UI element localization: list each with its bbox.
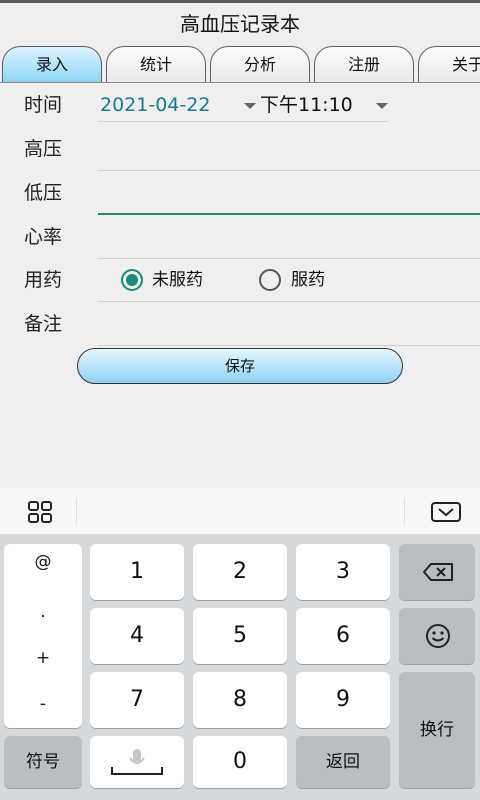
symbol-column: @ . + - xyxy=(4,544,82,728)
systolic-row: 高压 xyxy=(0,127,480,171)
radio-medication-taken-label[interactable]: 服药 xyxy=(291,258,325,302)
emoji-icon xyxy=(426,624,450,648)
note-label: 备注 xyxy=(24,313,63,335)
heart-rate-label: 心率 xyxy=(24,226,63,248)
toolbar-separator xyxy=(404,498,405,524)
key-dot[interactable]: . xyxy=(4,602,82,622)
keyboard-toolbar xyxy=(0,488,480,534)
grid-icon[interactable] xyxy=(28,501,52,523)
microphone-icon xyxy=(111,749,163,775)
medication-row: 用药 未服药 服药 xyxy=(0,258,480,302)
tab-analysis[interactable]: 分析 xyxy=(210,46,310,82)
date-dropdown-icon[interactable] xyxy=(244,103,256,109)
key-0[interactable]: 0 xyxy=(193,736,287,788)
key-at[interactable]: @ xyxy=(4,552,82,572)
hide-keyboard-icon[interactable] xyxy=(431,502,461,522)
space-key[interactable] xyxy=(90,736,184,788)
date-underline xyxy=(98,121,388,122)
medication-label: 用药 xyxy=(24,269,63,291)
tab-entry[interactable]: 录入 xyxy=(2,46,102,82)
key-4[interactable]: 4 xyxy=(90,608,184,664)
radio-no-medication[interactable] xyxy=(121,269,143,291)
app-title: 高血压记录本 xyxy=(180,12,300,36)
time-label: 时间 xyxy=(24,94,63,116)
diastolic-row: 低压 xyxy=(0,171,480,215)
emoji-key[interactable] xyxy=(399,608,475,664)
key-9[interactable]: 9 xyxy=(296,672,390,728)
newline-key[interactable]: 换行 xyxy=(399,672,475,788)
tab-about[interactable]: 关于 xyxy=(418,46,480,82)
toolbar-separator xyxy=(76,498,77,524)
key-7[interactable]: 7 xyxy=(90,672,184,728)
note-row: 备注 xyxy=(0,302,480,346)
key-plus[interactable]: + xyxy=(4,648,82,668)
backspace-key[interactable] xyxy=(399,544,475,600)
tab-register[interactable]: 注册 xyxy=(314,46,414,82)
tab-statistics[interactable]: 统计 xyxy=(106,46,206,82)
save-button[interactable]: 保存 xyxy=(77,348,403,384)
key-5[interactable]: 5 xyxy=(193,608,287,664)
key-3[interactable]: 3 xyxy=(296,544,390,600)
diastolic-label: 低压 xyxy=(24,182,63,204)
note-input[interactable] xyxy=(98,345,480,346)
systolic-label: 高压 xyxy=(24,138,63,160)
key-6[interactable]: 6 xyxy=(296,608,390,664)
radio-medication-taken[interactable] xyxy=(259,269,281,291)
time-row: 时间 2021-04-22 下午11:10 xyxy=(0,83,480,127)
radio-no-medication-label[interactable]: 未服药 xyxy=(152,258,203,302)
key-1[interactable]: 1 xyxy=(90,544,184,600)
key-minus[interactable]: - xyxy=(4,694,82,714)
return-key[interactable]: 返回 xyxy=(296,736,390,788)
time-dropdown-icon[interactable] xyxy=(376,103,388,109)
backspace-icon xyxy=(423,563,453,581)
tab-bar: 录入 统计 分析 注册 关于 xyxy=(0,46,480,84)
heart-rate-row: 心率 xyxy=(0,215,480,259)
key-2[interactable]: 2 xyxy=(193,544,287,600)
key-8[interactable]: 8 xyxy=(193,672,287,728)
symbol-key[interactable]: 符号 xyxy=(4,736,82,788)
